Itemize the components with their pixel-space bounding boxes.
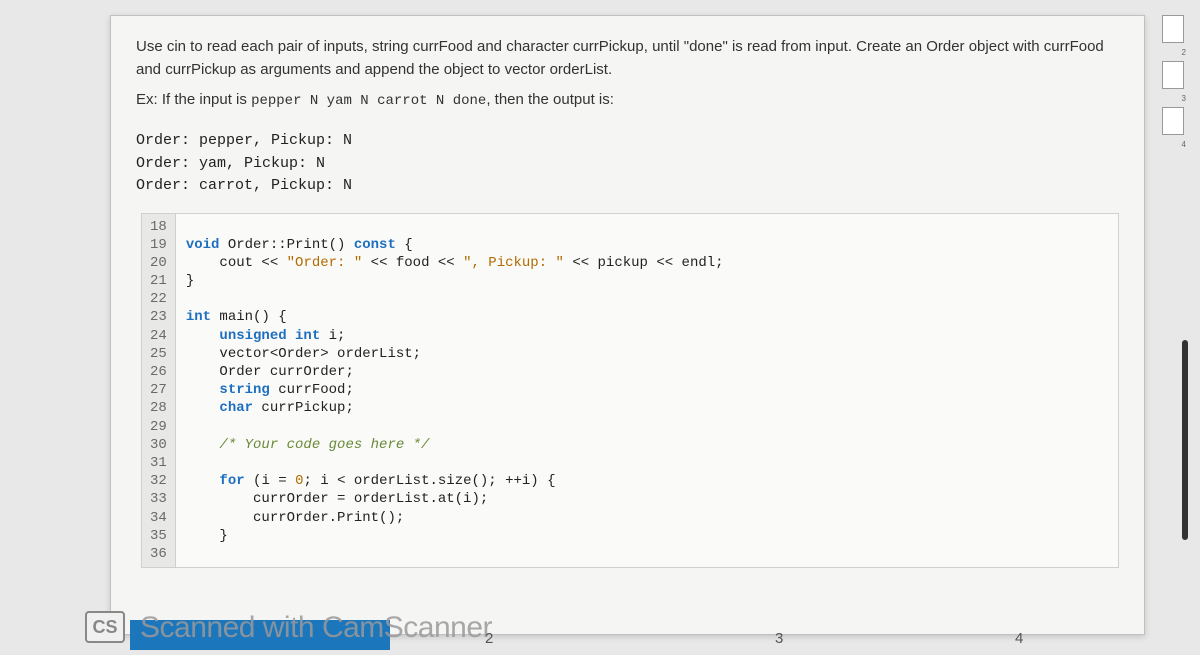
output-line: Order: pepper, Pickup: N	[136, 130, 1119, 153]
watermark-text: Scanned with CamScanner	[140, 611, 492, 645]
output-line: Order: carrot, Pickup: N	[136, 175, 1119, 198]
output-line: Order: yam, Pickup: N	[136, 153, 1119, 176]
line-numbers: 18192021222324252627282930313233343536	[142, 214, 176, 568]
page-thumbnail[interactable]	[1162, 15, 1184, 43]
page-number: 4	[1015, 630, 1023, 647]
problem-text: Use cin to read each pair of inputs, str…	[136, 36, 1119, 81]
example-line: Ex: If the input is pepper N yam N carro…	[136, 89, 1119, 112]
problem-statement: Use cin to read each pair of inputs, str…	[111, 16, 1144, 130]
code-content: void Order::Print() const { cout << "Ord…	[176, 214, 1118, 568]
expected-output: Order: pepper, Pickup: N Order: yam, Pic…	[111, 130, 1144, 208]
page-thumbnail[interactable]	[1162, 107, 1184, 135]
page-number: 2	[485, 630, 493, 647]
document-page: Use cin to read each pair of inputs, str…	[110, 15, 1145, 635]
example-input: pepper N yam N carrot N done	[251, 93, 486, 109]
page-number: 3	[775, 630, 783, 647]
page-thumbnail[interactable]	[1162, 61, 1184, 89]
code-editor: 18192021222324252627282930313233343536 v…	[141, 213, 1119, 569]
thumbnail-strip	[1162, 15, 1192, 153]
camscanner-badge: CS	[85, 611, 125, 643]
scrollbar-thumb[interactable]	[1182, 340, 1188, 540]
